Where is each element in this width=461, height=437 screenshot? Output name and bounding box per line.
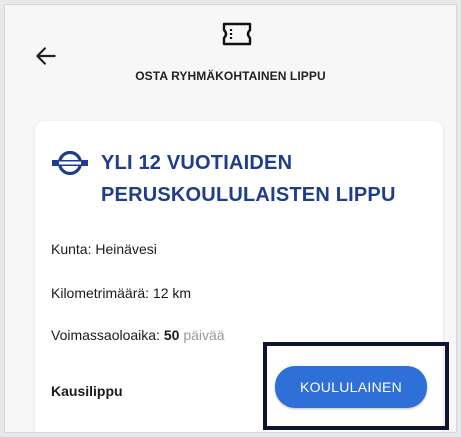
municipality-row: Kunta: Heinävesi [51,241,157,257]
ticket-title: YLI 12 VUOTIAIDEN PERUSKOULULAISTEN LIPP… [101,152,396,206]
top-bar: OSTA RYHMÄKOHTAINEN LIPPU [5,5,456,105]
page-title: OSTA RYHMÄKOHTAINEN LIPPU [135,69,326,83]
distance-row: Kilometrimäärä: 12 km [51,285,191,301]
ticket-icon [222,22,252,46]
arrow-left-icon[interactable] [33,43,59,69]
validity-value: 50 [163,327,180,343]
transit-logo-icon [52,151,88,175]
koululainen-button[interactable]: KOULULAINEN [275,366,427,408]
validity-unit: päivää [183,327,225,343]
distance-value: 12 km [152,285,192,301]
municipality-label: Kunta: [51,241,92,257]
validity-row: Voimassaoloaika: 50 päivää [51,327,225,343]
municipality-value: Heinävesi [95,241,157,257]
app-screen: OSTA RYHMÄKOHTAINEN LIPPU YLI 12 VUOTIAI… [4,4,457,433]
ticket-type: Kausilippu [51,383,123,399]
validity-label: Voimassaoloaika: [51,327,160,343]
distance-label: Kilometrimäärä: [51,285,150,301]
